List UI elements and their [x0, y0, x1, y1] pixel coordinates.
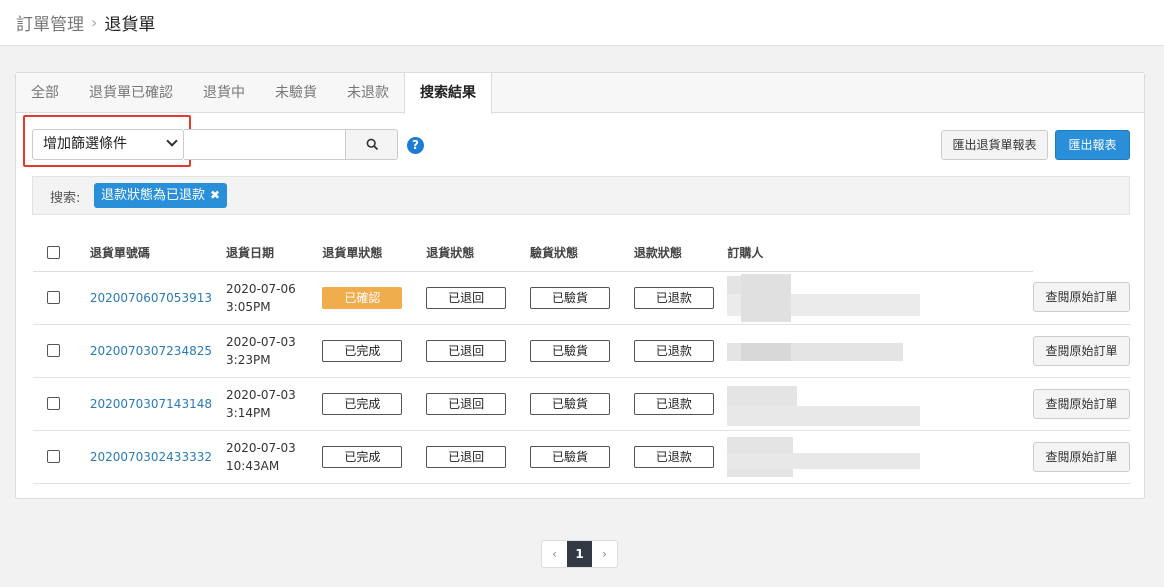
return-date-day: 2020-07-03 [226, 440, 296, 455]
return-date: 2020-07-03 3:23PM [226, 333, 322, 369]
search-button[interactable] [345, 129, 398, 160]
order-status-badge: 已完成 [322, 392, 403, 415]
tab-all[interactable]: 全部 [16, 73, 74, 113]
col-header-date[interactable]: 退貨日期 [226, 235, 323, 272]
return-number-link[interactable]: 2020070307234825 [90, 344, 212, 358]
tab-bar: 全部 退貨單已確認 退貨中 未驗貨 未退款 搜索結果 [16, 73, 1144, 114]
refund-status-badge: 已退款 [633, 445, 714, 468]
return-date: 2020-07-03 3:14PM [226, 386, 322, 422]
main-panel: 全部 退貨單已確認 退貨中 未驗貨 未退款 搜索結果 增加篩選條件 ? 匯出退貨… [15, 72, 1145, 499]
order-status-badge: 已確認 [322, 286, 403, 309]
close-icon[interactable]: ✖ [210, 188, 220, 202]
buyer-redacted [727, 380, 921, 428]
inspect-status-badge: 已驗貨 [530, 445, 611, 468]
col-header-inspect-status: 驗貨狀態 [530, 235, 634, 272]
table-row: 2020070307143148 2020-07-03 3:14PM 已完成 已退… [33, 377, 1130, 431]
return-orders-table: 退貨單號碼 退貨日期 退貨單狀態 退貨狀態 驗貨狀態 退款狀態 訂購人 2020… [33, 235, 1130, 484]
filter-condition-select[interactable]: 增加篩選條件 [32, 129, 184, 160]
view-original-order-button[interactable]: 查閱原始訂單 [1033, 335, 1130, 366]
table-header-row: 退貨單號碼 退貨日期 退貨單狀態 退貨狀態 驗貨狀態 退款狀態 訂購人 [33, 235, 1130, 272]
tab-search-results[interactable]: 搜索結果 [404, 73, 492, 114]
row-checkbox[interactable] [47, 397, 60, 410]
filter-tag[interactable]: 退款狀態為已退款 ✖ [94, 183, 228, 208]
view-original-order-button[interactable]: 查閱原始訂單 [1033, 282, 1130, 313]
return-date-time: 3:23PM [226, 352, 271, 367]
page-title: 退貨單 [104, 15, 156, 35]
return-date-day: 2020-07-06 [226, 281, 296, 296]
inspect-status-badge: 已驗貨 [530, 392, 611, 415]
return-date-time: 3:14PM [226, 405, 271, 420]
tab-unrefunded[interactable]: 未退款 [332, 73, 404, 113]
col-header-refund-status: 退款狀態 [633, 235, 728, 272]
table-row: 2020070302433332 2020-07-03 10:43AM 已完成 已… [33, 430, 1130, 484]
return-number-link[interactable]: 2020070307143148 [90, 397, 212, 411]
return-number-link[interactable]: 2020070607053913 [90, 291, 212, 305]
filter-select-value: 增加篩選條件 [43, 136, 127, 152]
order-status-badge: 已完成 [322, 339, 403, 362]
refund-status-badge: 已退款 [633, 339, 714, 362]
return-date-time: 3:05PM [226, 299, 271, 314]
search-icon [366, 138, 379, 151]
breadcrumb-separator-icon: › [91, 13, 98, 32]
refund-status-badge: 已退款 [633, 286, 714, 309]
row-checkbox[interactable] [47, 344, 60, 357]
view-original-order-button[interactable]: 查閱原始訂單 [1033, 388, 1130, 419]
pagination: ‹ 1 › [541, 540, 618, 568]
breadcrumb: 訂單管理 › 退貨單 [0, 0, 1164, 46]
inspect-status-badge: 已驗貨 [530, 286, 611, 309]
export-report-button[interactable]: 匯出報表 [1055, 130, 1130, 160]
view-original-order-button[interactable]: 查閱原始訂單 [1033, 441, 1130, 472]
filter-tag-label: 退款狀態為已退款 [101, 188, 206, 203]
prev-page-button[interactable]: ‹ [542, 541, 567, 567]
col-header-number[interactable]: 退貨單號碼 [89, 235, 227, 272]
page-1-button[interactable]: 1 [567, 541, 592, 567]
next-page-button[interactable]: › [592, 541, 617, 567]
return-status-badge: 已退回 [426, 445, 507, 468]
row-checkbox[interactable] [47, 450, 60, 463]
search-input[interactable] [184, 129, 346, 160]
export-return-report-button[interactable]: 匯出退貨單報表 [941, 130, 1048, 160]
return-number-link[interactable]: 2020070302433332 [90, 450, 212, 464]
row-checkbox[interactable] [47, 291, 60, 304]
tab-returning[interactable]: 退貨中 [188, 73, 260, 113]
col-header-return-status: 退貨狀態 [426, 235, 531, 272]
active-filters-label: 搜索: [50, 191, 81, 206]
order-status-badge: 已完成 [322, 445, 403, 468]
table-row: 2020070607053913 2020-07-06 3:05PM 已確認 已退… [33, 271, 1130, 325]
return-status-badge: 已退回 [426, 286, 507, 309]
active-filters-bar: 搜索: 退款狀態為已退款 ✖ [32, 176, 1130, 215]
inspect-status-badge: 已驗貨 [530, 339, 611, 362]
table-row: 2020070307234825 2020-07-03 3:23PM 已完成 已退… [33, 324, 1130, 378]
select-all-checkbox[interactable] [47, 246, 60, 260]
col-header-buyer: 訂購人 [727, 235, 932, 272]
breadcrumb-root[interactable]: 訂單管理 [16, 10, 84, 35]
return-date-time: 10:43AM [226, 458, 280, 473]
buyer-redacted [727, 327, 920, 375]
return-status-badge: 已退回 [426, 339, 507, 362]
chevron-down-icon [166, 135, 178, 147]
return-date-day: 2020-07-03 [226, 387, 296, 402]
help-icon[interactable]: ? [407, 137, 424, 154]
return-date-day: 2020-07-03 [226, 334, 296, 349]
tab-uninspected[interactable]: 未驗貨 [260, 73, 332, 113]
buyer-redacted [727, 433, 921, 481]
return-status-badge: 已退回 [426, 392, 507, 415]
return-date: 2020-07-06 3:05PM [226, 280, 322, 316]
tab-confirmed[interactable]: 退貨單已確認 [74, 73, 188, 113]
return-date: 2020-07-03 10:43AM [226, 439, 322, 475]
col-header-order-status: 退貨單狀態 [322, 235, 427, 272]
refund-status-badge: 已退款 [633, 392, 714, 415]
buyer-redacted [727, 273, 921, 322]
